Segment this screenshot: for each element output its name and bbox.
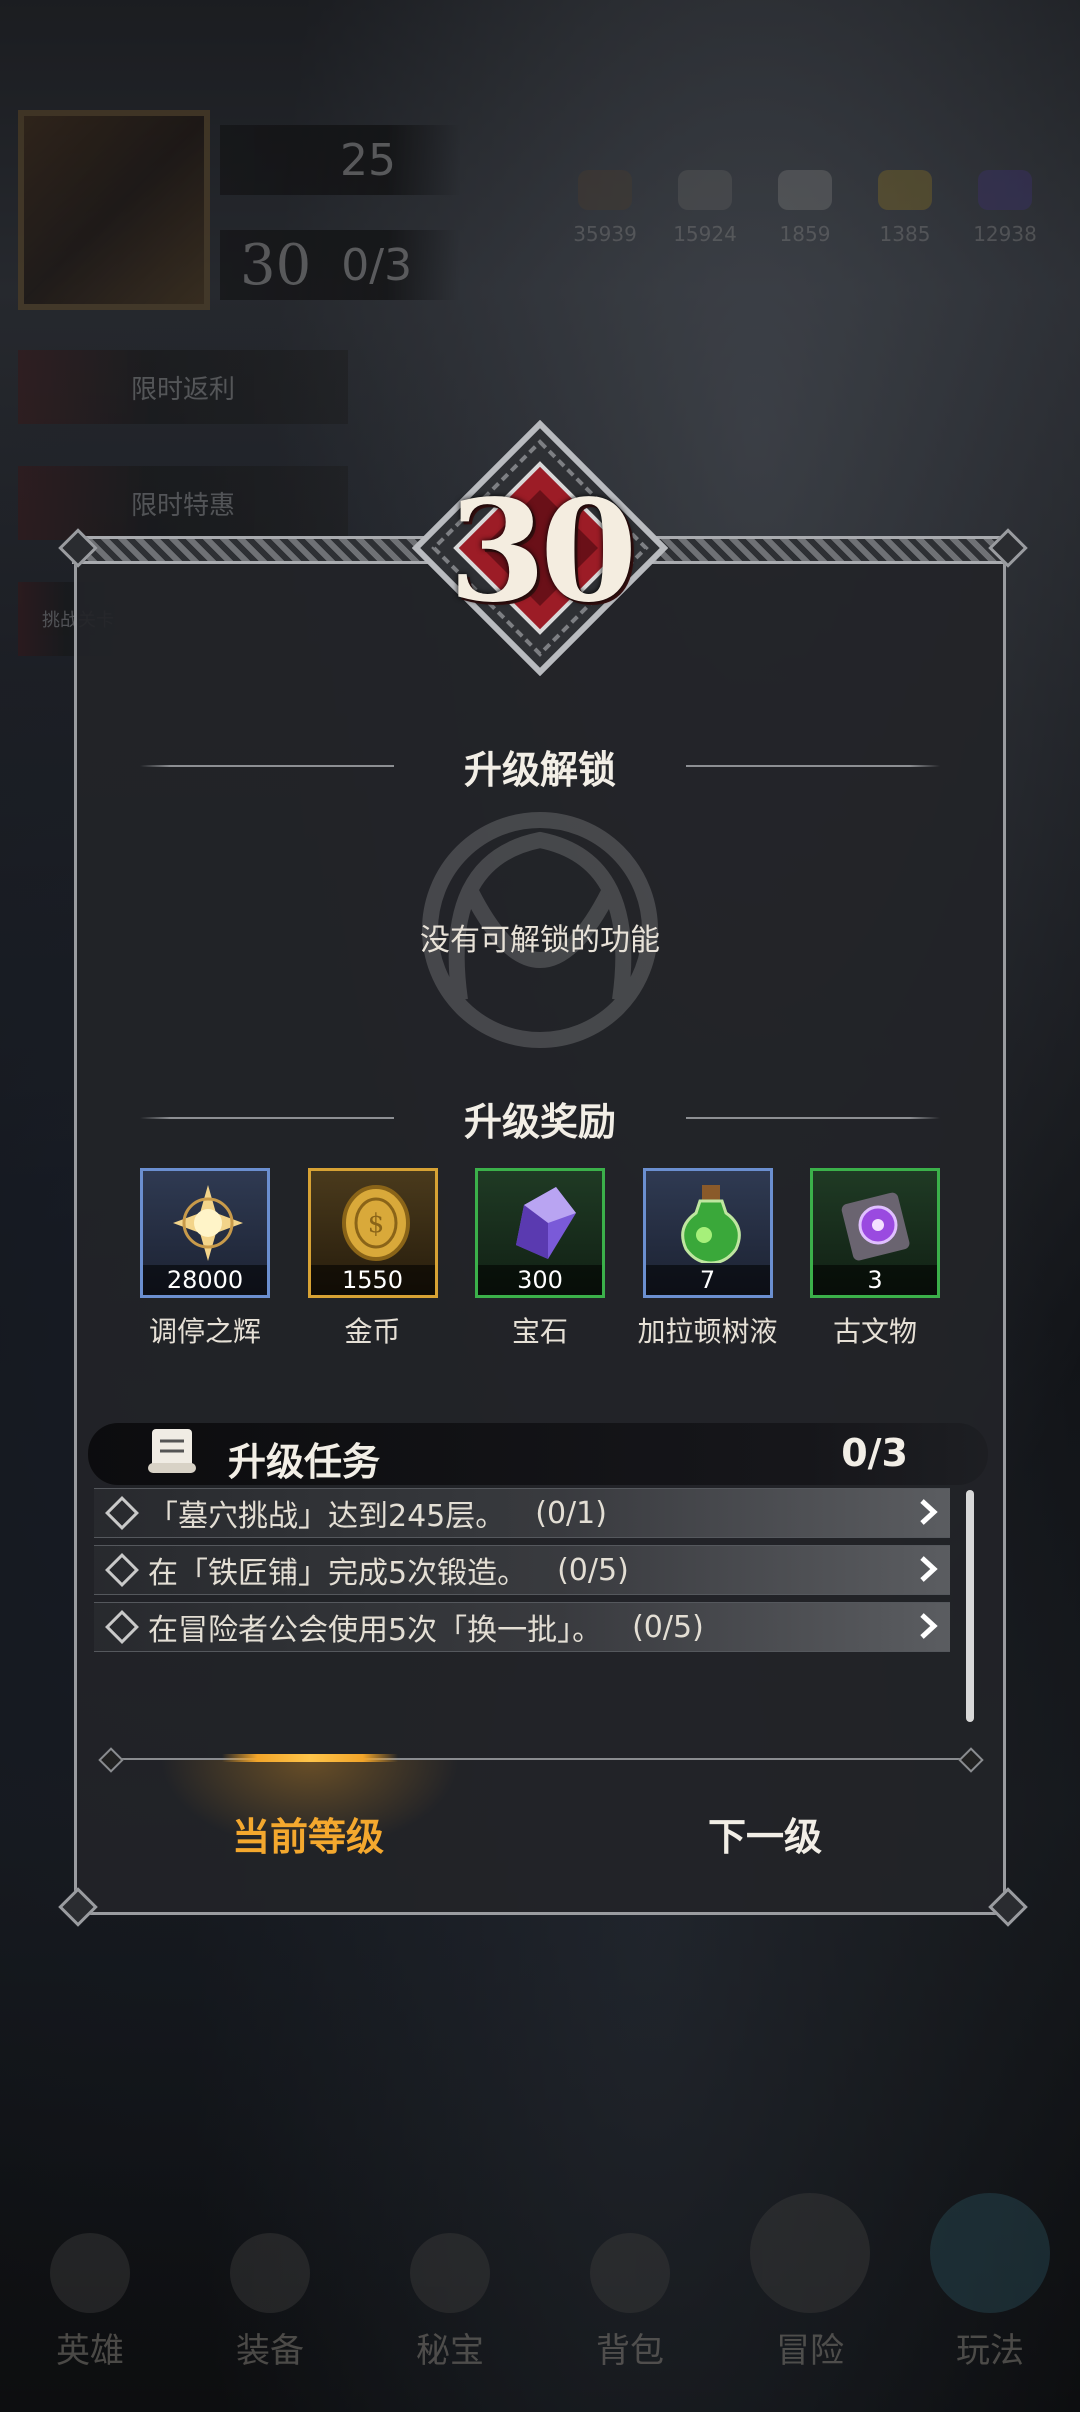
svg-text:$: $ <box>367 1209 384 1239</box>
task-diamond-icon <box>105 1496 139 1530</box>
radiant-star-icon <box>173 1185 243 1261</box>
reward-item[interactable]: 300 宝石 <box>475 1168 605 1350</box>
tasks-title: 升级任务 <box>228 1440 381 1484</box>
go-arrow-icon[interactable] <box>914 1611 944 1641</box>
no-unlock-message: 没有可解锁的功能 <box>420 923 660 958</box>
task-row[interactable]: 在冒险者公会使用5次「换一批」。 (0/5) <box>94 1602 950 1652</box>
green-potion-icon <box>680 1185 741 1263</box>
task-diamond-icon <box>105 1610 139 1644</box>
reward-frame: $ 1550 <box>307 1168 438 1298</box>
reward-frame: 7 <box>642 1168 773 1298</box>
go-arrow-icon[interactable] <box>914 1497 944 1527</box>
divider-line <box>140 1117 394 1119</box>
reward-quantity: 300 <box>478 1265 602 1295</box>
reward-name: 金币 <box>344 1315 401 1348</box>
scroll-icon <box>148 1429 196 1473</box>
tasks-progress: 0/3 <box>841 1431 908 1475</box>
task-diamond-icon <box>105 1553 139 1587</box>
divider-line <box>686 1117 941 1119</box>
reward-item[interactable]: 7 加拉顿树液 <box>637 1168 778 1350</box>
rewards-title: 升级奖励 <box>464 1099 617 1144</box>
go-arrow-icon[interactable] <box>914 1554 944 1584</box>
task-row[interactable]: 在「铁匠铺」完成5次锻造。 (0/5) <box>94 1545 950 1595</box>
gold-coin-icon: $ <box>341 1185 410 1261</box>
task-progress: (0/1) <box>535 1495 607 1531</box>
reward-frame: 28000 <box>140 1168 270 1298</box>
reward-list: 28000 调停之辉 $ 1550 金币 300 宝石 7 加拉顿树液 3 古文… <box>140 1168 940 1350</box>
level-number: 30 <box>448 470 638 634</box>
task-text: 「墓穴挑战」达到245层。 <box>148 1499 506 1534</box>
task-progress: (0/5) <box>557 1552 629 1588</box>
task-progress: (0/5) <box>632 1609 704 1645</box>
reward-name: 古文物 <box>832 1315 917 1348</box>
rewards-section-header: 升级奖励 <box>140 1093 941 1144</box>
divider-line <box>140 765 394 767</box>
tasks-header: 升级任务 0/3 <box>88 1423 988 1485</box>
task-row[interactable]: 「墓穴挑战」达到245层。 (0/1) <box>94 1488 950 1538</box>
unlock-title: 升级解锁 <box>464 747 617 792</box>
task-text: 在冒险者公会使用5次「换一批」。 <box>148 1613 603 1648</box>
reward-name: 调停之辉 <box>148 1315 261 1348</box>
reward-item[interactable]: $ 1550 金币 <box>307 1168 438 1350</box>
reward-item[interactable]: 3 古文物 <box>810 1168 940 1350</box>
reward-name: 宝石 <box>511 1315 568 1348</box>
tab-current-level[interactable]: 当前等级 <box>232 1806 384 1861</box>
reward-quantity: 1550 <box>310 1265 435 1295</box>
reward-frame: 3 <box>810 1168 940 1298</box>
task-text: 在「铁匠铺」完成5次锻造。 <box>148 1556 528 1591</box>
reward-name: 加拉顿树液 <box>637 1315 778 1348</box>
tasks-scrollbar[interactable] <box>966 1490 974 1722</box>
divider-line <box>686 765 941 767</box>
reward-quantity: 7 <box>645 1265 770 1295</box>
tab-next-level[interactable]: 下一级 <box>708 1806 822 1861</box>
reward-frame: 300 <box>475 1168 605 1298</box>
active-tab-indicator <box>222 1754 398 1762</box>
unlock-section-header: 升级解锁 <box>140 741 941 792</box>
reward-quantity: 28000 <box>143 1265 267 1295</box>
purple-crystal-icon <box>516 1187 576 1259</box>
reward-quantity: 3 <box>813 1265 937 1295</box>
purple-relic-icon <box>841 1192 910 1261</box>
reward-item[interactable]: 28000 调停之辉 <box>140 1168 270 1350</box>
